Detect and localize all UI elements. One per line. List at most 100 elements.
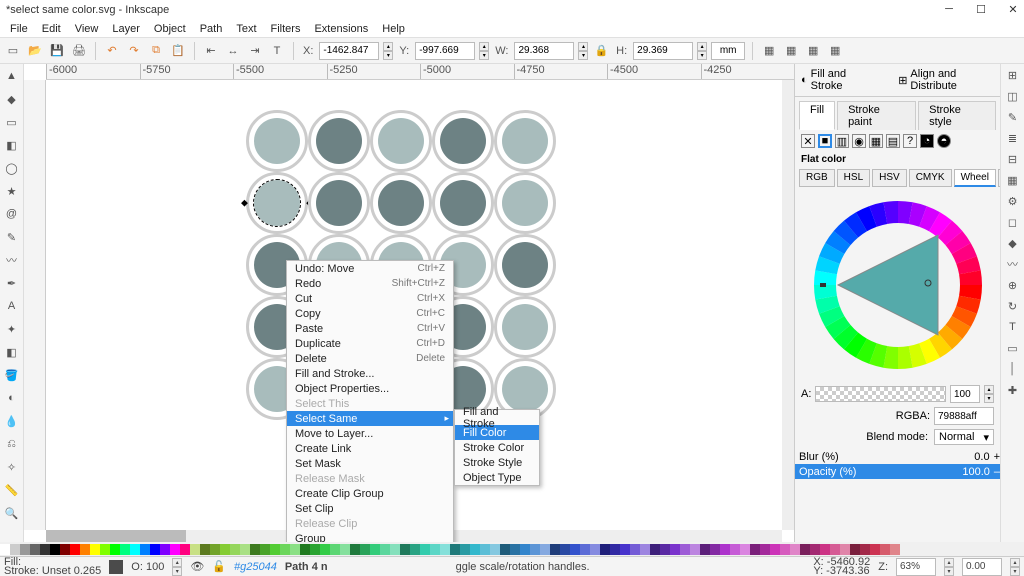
ctx-undo-move[interactable]: Undo: MoveCtrl+Z xyxy=(287,261,453,276)
alpha-slider[interactable] xyxy=(815,386,946,402)
palette-swatch[interactable] xyxy=(320,544,330,555)
canvas-circle[interactable] xyxy=(246,172,308,234)
palette-swatch[interactable] xyxy=(250,544,260,555)
minimize-button[interactable]: ─ xyxy=(942,2,956,16)
palette-swatch[interactable] xyxy=(760,544,770,555)
opacity-value[interactable]: 100.0 xyxy=(962,466,990,478)
spray-tool-icon[interactable]: ✦ xyxy=(2,319,22,339)
align-center-icon[interactable]: ↔ xyxy=(224,42,242,60)
xml-icon[interactable]: ✎ xyxy=(1004,108,1022,126)
palette-swatch[interactable] xyxy=(470,544,480,555)
palette-swatch[interactable] xyxy=(580,544,590,555)
align-icon[interactable]: ⊟ xyxy=(1004,150,1022,168)
y-down[interactable]: ▾ xyxy=(479,51,489,60)
close-button[interactable]: ✕ xyxy=(1006,2,1020,16)
ctx-redo[interactable]: RedoShift+Ctrl+Z xyxy=(287,276,453,291)
canvas-circle[interactable] xyxy=(246,110,308,172)
palette-swatch[interactable] xyxy=(600,544,610,555)
undo-icon[interactable]: ↶ xyxy=(103,42,121,60)
paint-swatch-icon[interactable]: ▤ xyxy=(886,134,900,148)
palette-swatch[interactable] xyxy=(820,544,830,555)
x-up[interactable]: ▴ xyxy=(383,42,393,51)
ctx-create-clip-group[interactable]: Create Clip Group xyxy=(287,486,453,501)
palette-swatch[interactable] xyxy=(530,544,540,555)
menu-layer[interactable]: Layer xyxy=(106,22,146,36)
snap-bbox-icon[interactable]: ◻ xyxy=(1004,213,1022,231)
palette-swatch[interactable] xyxy=(280,544,290,555)
blur-value[interactable]: 0.0 xyxy=(974,451,989,463)
pencil-tool-icon[interactable]: ✎ xyxy=(2,227,22,247)
align-left-icon[interactable]: ⇤ xyxy=(202,42,220,60)
subctx-stroke-style[interactable]: Stroke Style xyxy=(455,455,539,470)
paint-unknown-icon[interactable]: ? xyxy=(903,134,917,148)
connector-tool-icon[interactable]: ⎌ xyxy=(2,434,22,454)
palette-swatch[interactable] xyxy=(690,544,700,555)
palette-swatch[interactable] xyxy=(150,544,160,555)
color-palette[interactable] xyxy=(0,542,1024,556)
ctx-select-same[interactable]: Select Same▸ xyxy=(287,411,453,426)
paint-shield-icon[interactable]: ◓ xyxy=(937,134,951,148)
gradient-tool-icon[interactable]: ◐ xyxy=(2,388,22,408)
redo-icon[interactable]: ↷ xyxy=(125,42,143,60)
palette-swatch[interactable] xyxy=(590,544,600,555)
subctx-fill-and-stroke[interactable]: Fill and Stroke xyxy=(455,410,539,425)
paint-none-icon[interactable]: ✕ xyxy=(801,134,815,148)
palette-swatch[interactable] xyxy=(700,544,710,555)
menu-edit[interactable]: Edit xyxy=(36,22,67,36)
dropper-tool-icon[interactable]: 💧 xyxy=(2,411,22,431)
palette-swatch[interactable] xyxy=(140,544,150,555)
w-up[interactable]: ▴ xyxy=(578,42,588,51)
palette-swatch[interactable] xyxy=(210,544,220,555)
w-input[interactable]: 29.368 xyxy=(514,42,574,60)
palette-swatch[interactable] xyxy=(180,544,190,555)
y-input[interactable]: -997.669 xyxy=(415,42,475,60)
palette-swatch[interactable] xyxy=(60,544,70,555)
grid-icon[interactable]: ▦ xyxy=(1004,171,1022,189)
palette-swatch[interactable] xyxy=(400,544,410,555)
canvas-circle[interactable] xyxy=(494,110,556,172)
palette-swatch[interactable] xyxy=(350,544,360,555)
subctx-stroke-color[interactable]: Stroke Color xyxy=(455,440,539,455)
subctx-object-type[interactable]: Object Type xyxy=(455,470,539,485)
palette-swatch[interactable] xyxy=(850,544,860,555)
snap-center-icon[interactable]: ⊕ xyxy=(1004,276,1022,294)
prefs-icon[interactable]: ⚙ xyxy=(1004,192,1022,210)
palette-swatch[interactable] xyxy=(430,544,440,555)
w-down[interactable]: ▾ xyxy=(578,51,588,60)
align-right-icon[interactable]: ⇥ xyxy=(246,42,264,60)
layer-lock-icon[interactable]: 🔓 xyxy=(212,560,226,573)
palette-swatch[interactable] xyxy=(620,544,630,555)
palette-swatch[interactable] xyxy=(650,544,660,555)
menu-path[interactable]: Path xyxy=(194,22,229,36)
calligraphy-tool-icon[interactable]: ✒ xyxy=(2,273,22,293)
canvas-circle[interactable] xyxy=(370,110,432,172)
vertical-scrollbar[interactable] xyxy=(782,80,794,530)
palette-swatch[interactable] xyxy=(200,544,210,555)
palette-swatch[interactable] xyxy=(610,544,620,555)
zoom-input[interactable]: 63% xyxy=(896,558,936,576)
alpha-input[interactable]: 100 xyxy=(950,385,980,403)
node-tool-icon[interactable]: ◆ xyxy=(2,89,22,109)
blend-select[interactable]: Normal▾ xyxy=(934,429,994,445)
canvas-circle[interactable] xyxy=(308,172,370,234)
menu-view[interactable]: View xyxy=(69,22,105,36)
palette-swatch[interactable] xyxy=(640,544,650,555)
palette-swatch[interactable] xyxy=(450,544,460,555)
palette-swatch[interactable] xyxy=(340,544,350,555)
ctx-set-mask[interactable]: Set Mask xyxy=(287,456,453,471)
palette-swatch[interactable] xyxy=(560,544,570,555)
palette-swatch[interactable] xyxy=(220,544,230,555)
zoom-tool-icon[interactable]: 🔍 xyxy=(2,503,22,523)
palette-swatch[interactable] xyxy=(190,544,200,555)
palette-swatch[interactable] xyxy=(90,544,100,555)
menu-file[interactable]: File xyxy=(4,22,34,36)
palette-swatch[interactable] xyxy=(360,544,370,555)
palette-swatch[interactable] xyxy=(20,544,30,555)
palette-swatch[interactable] xyxy=(30,544,40,555)
paint-flat-icon[interactable]: ■ xyxy=(818,134,832,148)
palette-swatch[interactable] xyxy=(160,544,170,555)
x-input[interactable]: -1462.847 xyxy=(319,42,379,60)
ctx-paste[interactable]: PasteCtrl+V xyxy=(287,321,453,336)
palette-swatch[interactable] xyxy=(70,544,80,555)
layers-icon[interactable]: ≣ xyxy=(1004,129,1022,147)
